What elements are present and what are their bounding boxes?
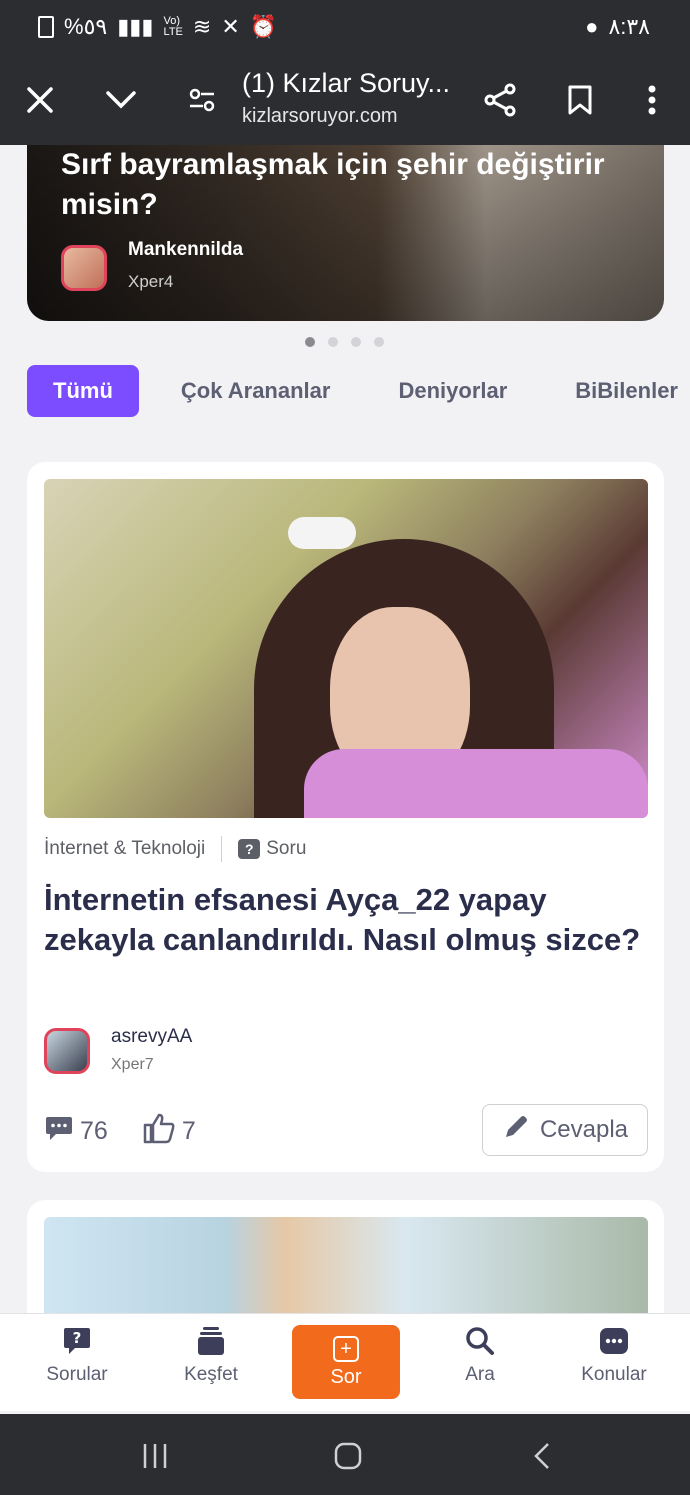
- featured-author[interactable]: Mankennilda: [128, 239, 243, 261]
- chat-notification-icon: ●: [585, 14, 599, 39]
- comments-stat[interactable]: 76: [44, 1114, 108, 1149]
- tab-all[interactable]: Tümü: [27, 365, 139, 417]
- back-icon[interactable]: [532, 1442, 552, 1475]
- close-icon[interactable]: [16, 76, 64, 124]
- share-icon[interactable]: [476, 76, 524, 124]
- nav-explore-label: Keşfet: [184, 1364, 238, 1385]
- avatar[interactable]: [44, 1028, 90, 1074]
- ask-button-label: Sor: [330, 1366, 362, 1388]
- plus-icon: +: [333, 1336, 359, 1362]
- post-type: Soru: [266, 838, 307, 859]
- question-card[interactable]: İnternet & Teknoloji ? Soru İnternetin e…: [27, 462, 664, 1172]
- nav-questions-label: Sorular: [46, 1364, 108, 1385]
- reply-label: Cevapla: [539, 1116, 629, 1143]
- clock: ٨:٣٨: [608, 14, 650, 39]
- question-title[interactable]: İnternetin efsanesi Ayça_22 yapay zekayl…: [44, 880, 644, 960]
- category-link[interactable]: İnternet & Teknoloji: [44, 838, 205, 860]
- nav-topics[interactable]: Konular: [564, 1326, 664, 1386]
- more-menu-icon[interactable]: [628, 76, 676, 124]
- topics-chat-icon: [599, 1326, 629, 1356]
- carousel-dot[interactable]: [374, 337, 384, 347]
- search-icon: [465, 1326, 495, 1356]
- nav-questions[interactable]: ? Sorular: [27, 1326, 127, 1386]
- question-stats: 76 7: [44, 1112, 230, 1151]
- mute-icon: ✕: [221, 14, 240, 39]
- chevron-down-icon[interactable]: [97, 76, 145, 124]
- recent-apps-icon[interactable]: [142, 1442, 168, 1475]
- pencil-icon: [502, 1113, 530, 1148]
- comments-icon: [44, 1114, 74, 1149]
- svg-text:?: ?: [73, 1329, 82, 1347]
- comments-count: 76: [80, 1117, 108, 1145]
- page-url[interactable]: kizlarsoruyor.com: [242, 105, 398, 128]
- browser-toolbar: (1) Kızlar Soruy... kizlarsoruyor.com: [0, 56, 690, 145]
- question-bubble-icon: ?: [62, 1326, 92, 1356]
- site-settings-icon[interactable]: [178, 76, 226, 124]
- question-image[interactable]: [44, 479, 648, 818]
- carousel-dot[interactable]: [305, 337, 315, 347]
- wifi-icon: ≋: [192, 14, 212, 39]
- battery-icon: [38, 16, 54, 38]
- author-level: Xper7: [111, 1056, 154, 1073]
- author-name[interactable]: asrevyAA: [111, 1026, 192, 1048]
- alarm-icon: ⏰: [249, 14, 278, 39]
- divider: [221, 836, 223, 862]
- like-button[interactable]: 7: [142, 1112, 196, 1151]
- status-bar: %٥٩ ▮▮▮ Vo) LTE ≋ ✕ ⏰ ● ٨:٣٨: [0, 0, 690, 56]
- nav-topics-label: Konular: [581, 1364, 647, 1385]
- battery-level: %٥٩: [64, 14, 108, 39]
- tab-experts[interactable]: BiBilenler: [575, 378, 678, 404]
- question-icon: ?: [238, 839, 261, 859]
- home-icon[interactable]: [334, 1442, 362, 1475]
- avatar[interactable]: [61, 245, 107, 291]
- featured-title[interactable]: Sırf bayramlaşmak için şehir değiştirir …: [61, 145, 621, 225]
- signal-icon: ▮▮▮: [117, 14, 154, 39]
- bookmark-icon[interactable]: [556, 76, 604, 124]
- bottom-navigation: ? Sorular Keşfet + Sor Ara Konular: [0, 1313, 690, 1411]
- tab-most-searched[interactable]: Çok Arananlar: [181, 378, 331, 404]
- cards-stack-icon: [196, 1326, 226, 1356]
- ask-button[interactable]: + Sor: [292, 1325, 400, 1399]
- volte-icon: Vo) LTE: [163, 15, 183, 38]
- carousel-indicator: [305, 337, 384, 347]
- reply-button[interactable]: Cevapla: [482, 1104, 648, 1156]
- nav-search-label: Ara: [465, 1364, 495, 1385]
- carousel-dot[interactable]: [328, 337, 338, 347]
- thumbs-up-icon: [142, 1112, 176, 1151]
- system-navigation-bar: [0, 1414, 690, 1495]
- question-meta: İnternet & Teknoloji ? Soru: [44, 836, 306, 862]
- nav-explore[interactable]: Keşfet: [161, 1326, 261, 1386]
- featured-carousel-card[interactable]: Sırf bayramlaşmak için şehir değiştirir …: [27, 145, 664, 321]
- likes-count: 7: [181, 1117, 196, 1145]
- nav-search[interactable]: Ara: [430, 1326, 530, 1386]
- tab-trying[interactable]: Deniyorlar: [398, 378, 507, 404]
- featured-author-level: Xper4: [128, 272, 174, 291]
- carousel-dot[interactable]: [351, 337, 361, 347]
- page-title: (1) Kızlar Soruy...: [242, 68, 451, 98]
- filter-tabs: Tümü Çok Arananlar Deniyorlar BiBilenler: [27, 364, 690, 418]
